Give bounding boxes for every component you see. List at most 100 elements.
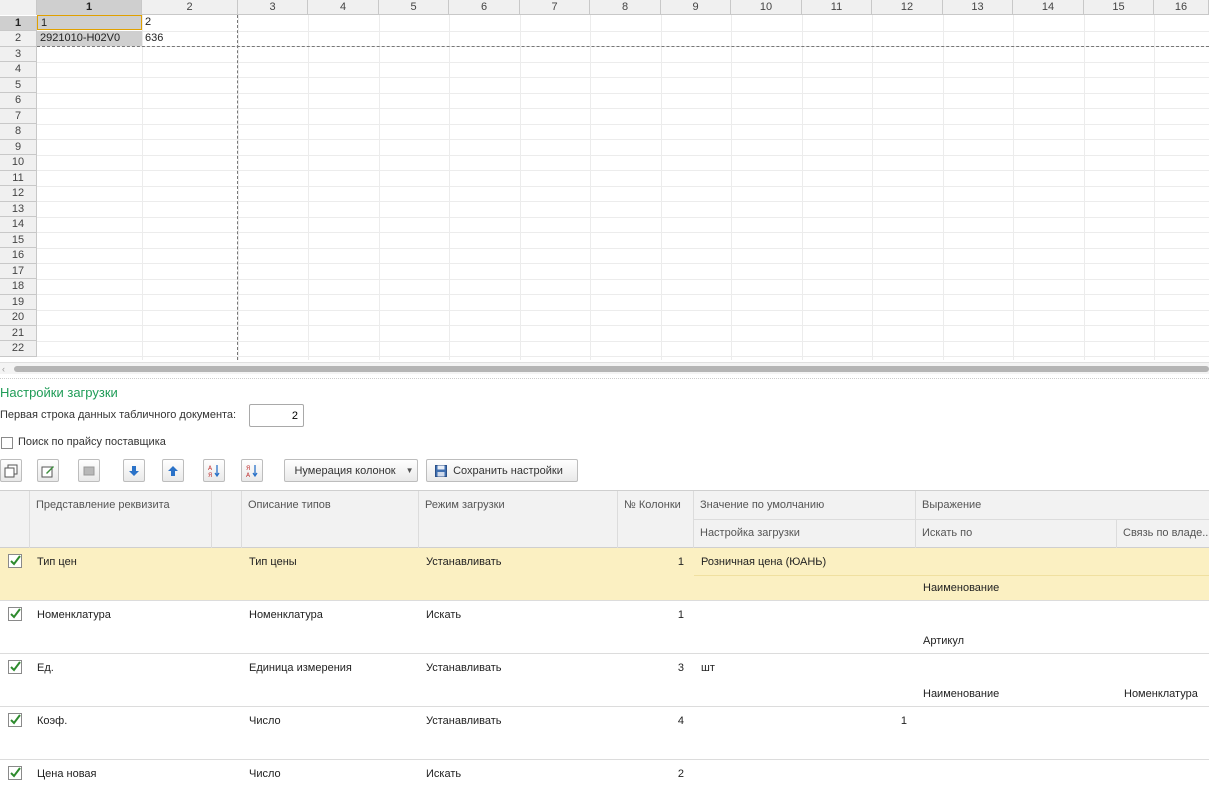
cell-types[interactable]: Число [249, 767, 281, 781]
column-header[interactable]: 15 [1084, 0, 1154, 15]
row-header[interactable]: 9 [0, 139, 37, 155]
cell-default-value[interactable]: 1 [693, 714, 907, 728]
supplier-price-search-checkbox[interactable] [1, 437, 13, 449]
column-header[interactable]: 8 [590, 0, 661, 15]
cell-types[interactable]: Число [249, 714, 281, 728]
header-mode[interactable]: Режим загрузки [418, 491, 617, 519]
move-up-button[interactable] [162, 459, 184, 482]
copy-button[interactable] [0, 459, 22, 482]
save-settings-button[interactable]: Сохранить настройки [426, 459, 578, 482]
move-down-button[interactable] [123, 459, 145, 482]
row-header[interactable]: 1 [0, 15, 37, 31]
cell-a2[interactable]: 2921010-H02V0 [37, 31, 142, 46]
row-header[interactable]: 19 [0, 294, 37, 310]
row-header[interactable]: 13 [0, 201, 37, 217]
row-header[interactable]: 3 [0, 46, 37, 62]
cell-mode[interactable]: Искать [426, 608, 461, 622]
column-header[interactable]: 14 [1013, 0, 1084, 15]
row-header[interactable]: 17 [0, 263, 37, 279]
cell-search-by[interactable]: Артикул [923, 634, 964, 648]
column-header[interactable]: 11 [802, 0, 872, 15]
cell-mode[interactable]: Искать [426, 767, 461, 781]
header-load-setting[interactable]: Настройка загрузки [693, 519, 915, 547]
header-expression[interactable]: Выражение [915, 491, 1209, 519]
horizontal-scrollbar[interactable]: ‹ [0, 362, 1209, 374]
splitter[interactable] [0, 378, 1209, 379]
cell-types[interactable]: Тип цены [249, 555, 297, 569]
sheet-corner[interactable] [0, 0, 37, 15]
cell-attribute[interactable]: Ед. [37, 661, 54, 675]
column-header[interactable]: 12 [872, 0, 943, 15]
table-row[interactable]: Цена новая Число Искать 2 [0, 760, 1209, 811]
row-header[interactable]: 22 [0, 341, 37, 357]
column-header[interactable]: 9 [661, 0, 731, 15]
column-header[interactable]: 7 [520, 0, 590, 15]
cell-b1[interactable]: 2 [142, 15, 237, 30]
cell-a1[interactable]: 1 [37, 15, 142, 30]
column-header[interactable]: 3 [238, 0, 308, 15]
row-checkbox-checked[interactable] [8, 607, 22, 621]
cell-search-by[interactable]: Наименование [923, 687, 999, 701]
table-row[interactable]: Коэф. Число Устанавливать 4 1 [0, 707, 1209, 760]
row-checkbox-checked[interactable] [8, 766, 22, 780]
row-header[interactable]: 10 [0, 155, 37, 171]
header-attribute[interactable]: Представление реквизита [29, 491, 211, 519]
table-row[interactable]: Тип цен Тип цены Устанавливать 1 Розничн… [0, 548, 1209, 601]
header-search-by[interactable]: Искать по [915, 519, 1116, 547]
cell-types[interactable]: Номенклатура [249, 608, 323, 622]
column-header[interactable]: 16 [1154, 0, 1209, 15]
column-header[interactable]: 13 [943, 0, 1013, 15]
row-header[interactable]: 21 [0, 325, 37, 341]
column-header[interactable]: 2 [142, 0, 238, 15]
row-checkbox-checked[interactable] [8, 713, 22, 727]
row-header[interactable]: 6 [0, 93, 37, 109]
row-checkbox-checked[interactable] [8, 660, 22, 674]
cell-default-value[interactable]: шт [701, 661, 715, 675]
cell-column-no[interactable]: 1 [617, 608, 684, 622]
cell-owner-link[interactable]: Номенклатура [1124, 687, 1198, 701]
spreadsheet[interactable]: 1 2 3 4 5 6 7 8 9 10 11 12 13 14 15 16 1… [0, 0, 1209, 375]
sort-desc-button[interactable]: ЯA [241, 459, 263, 482]
cell-mode[interactable]: Устанавливать [426, 555, 502, 569]
cell-attribute[interactable]: Коэф. [37, 714, 67, 728]
row-header[interactable]: 5 [0, 77, 37, 93]
row-header[interactable]: 7 [0, 108, 37, 124]
column-header[interactable]: 4 [308, 0, 379, 15]
cell-types[interactable]: Единица измерения [249, 661, 352, 675]
column-numbering-dropdown[interactable]: Нумерация колонок ▼ [284, 459, 418, 482]
cell-mode[interactable]: Устанавливать [426, 714, 502, 728]
row-header[interactable]: 18 [0, 279, 37, 295]
table-row[interactable]: Ед. Единица измерения Устанавливать 3 шт… [0, 654, 1209, 707]
row-header[interactable]: 14 [0, 217, 37, 233]
column-header[interactable]: 1 [37, 0, 142, 15]
header-types[interactable]: Описание типов [241, 491, 418, 519]
column-header[interactable]: 6 [449, 0, 520, 15]
cell-column-no[interactable]: 3 [617, 661, 684, 675]
scroll-left-arrow-icon[interactable]: ‹ [2, 363, 5, 375]
header-owner-link[interactable]: Связь по владе... [1116, 519, 1209, 547]
row-header[interactable]: 15 [0, 232, 37, 248]
row-header[interactable]: 8 [0, 124, 37, 140]
header-column-no[interactable]: № Колонки [617, 491, 693, 519]
row-header[interactable]: 20 [0, 310, 37, 326]
row-header[interactable]: 12 [0, 186, 37, 202]
cell-column-no[interactable]: 4 [617, 714, 684, 728]
row-header[interactable]: 4 [0, 62, 37, 78]
attributes-table[interactable]: Представление реквизита Описание типов Р… [0, 490, 1209, 811]
row-header[interactable]: 16 [0, 248, 37, 264]
cell-attribute[interactable]: Цена новая [37, 767, 97, 781]
cell-attribute[interactable]: Номенклатура [37, 608, 111, 622]
row-header[interactable]: 11 [0, 170, 37, 186]
cell-search-by[interactable]: Наименование [923, 581, 999, 595]
first-row-input[interactable] [249, 404, 304, 427]
edit-button[interactable] [37, 459, 59, 482]
cell-column-no[interactable]: 1 [617, 555, 684, 569]
row-checkbox-checked[interactable] [8, 554, 22, 568]
sort-asc-button[interactable]: AЯ [203, 459, 225, 482]
cell-column-no[interactable]: 2 [617, 767, 684, 781]
table-row[interactable]: Номенклатура Номенклатура Искать 1 Артик… [0, 601, 1209, 654]
header-default-value[interactable]: Значение по умолчанию [693, 491, 915, 519]
cell-b2[interactable]: 636 [142, 31, 237, 46]
delete-button[interactable] [78, 459, 100, 482]
cell-default-value[interactable]: Розничная цена (ЮАНЬ) [701, 555, 826, 569]
